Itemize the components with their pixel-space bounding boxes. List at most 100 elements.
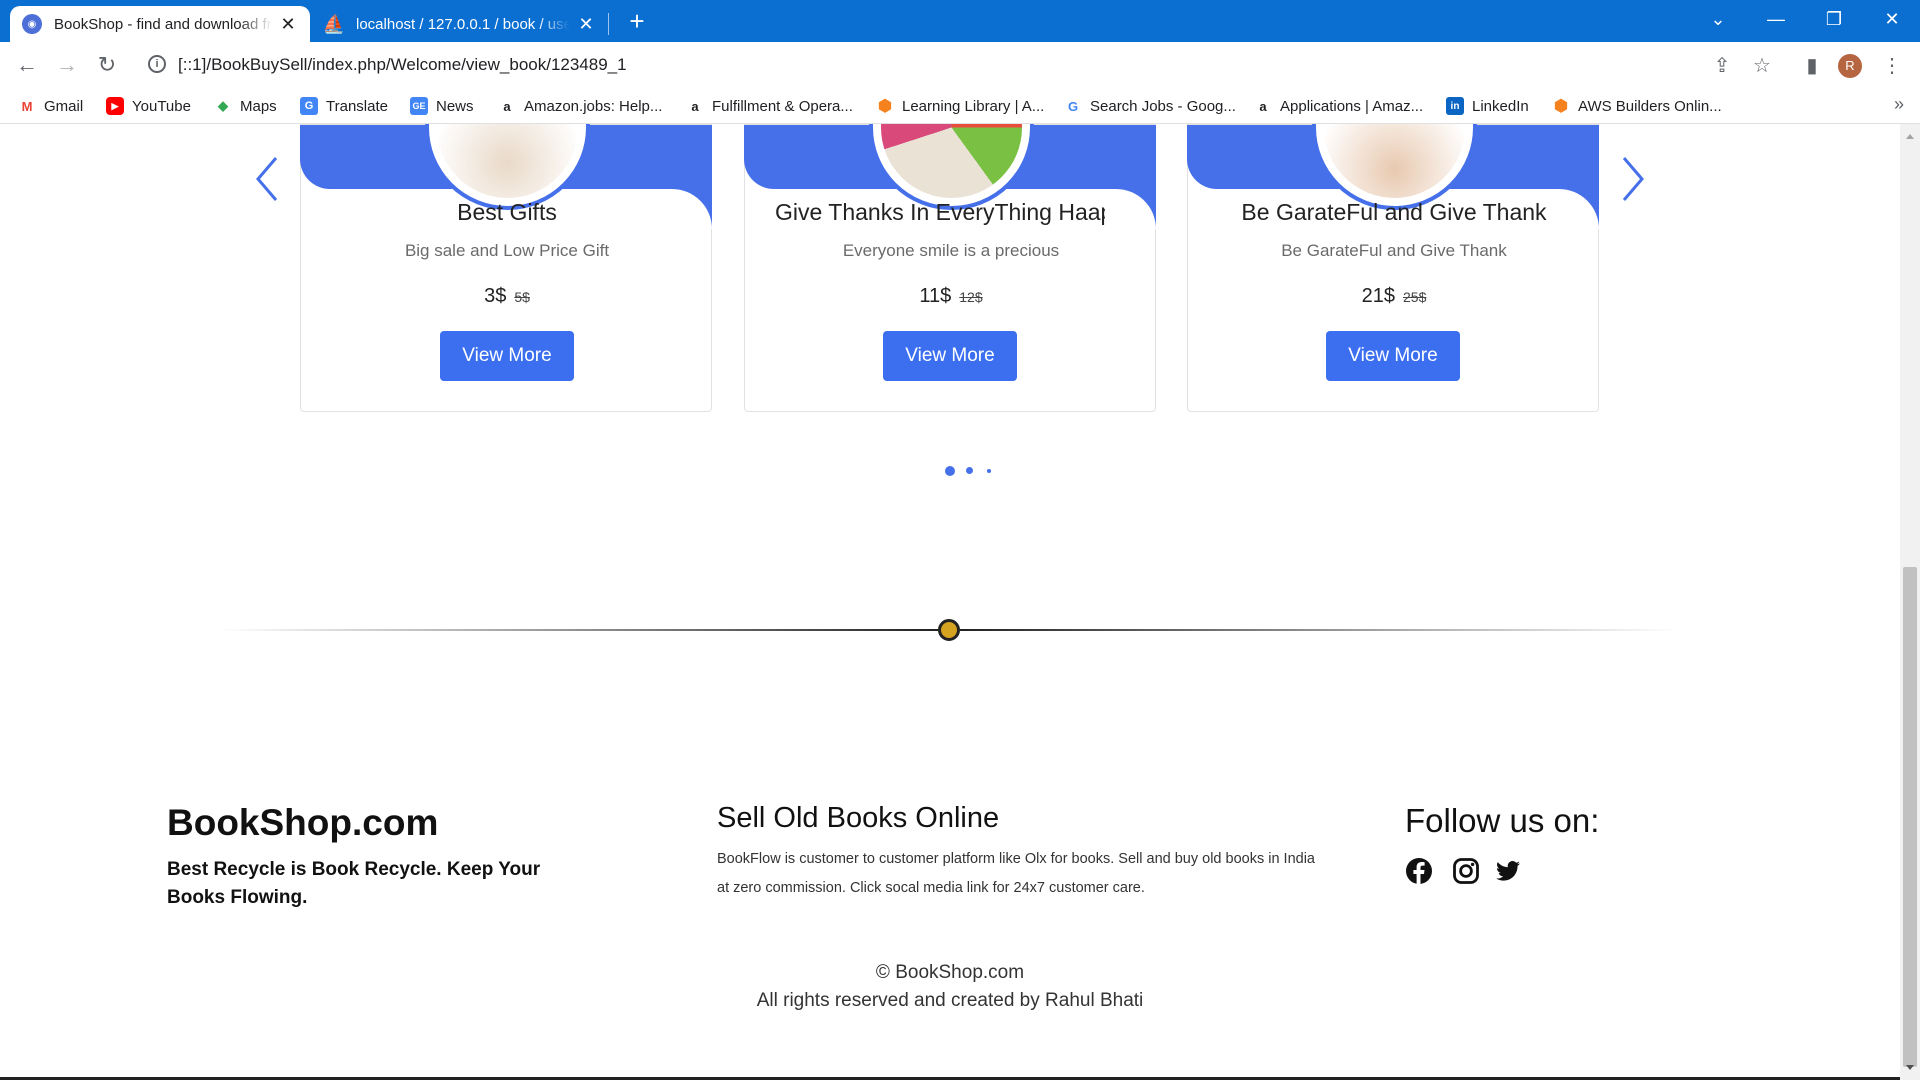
- carousel-dot-active[interactable]: [945, 466, 955, 476]
- restore-button[interactable]: ❐: [1806, 0, 1862, 38]
- reload-icon[interactable]: ↻: [92, 50, 122, 80]
- book-subtitle: Big sale and Low Price Gift: [404, 241, 610, 260]
- view-more-button[interactable]: View More: [440, 331, 574, 381]
- bookmark-applications[interactable]: a Applications | Amaz...: [1254, 94, 1423, 118]
- bookmark-label: Applications | Amaz...: [1280, 97, 1424, 115]
- facebook-icon[interactable]: [1405, 857, 1433, 885]
- book-image: [869, 124, 1034, 210]
- close-window-button[interactable]: ✕: [1864, 0, 1920, 38]
- bookmark-label: News: [436, 97, 474, 115]
- book-subtitle: Be GarateFul and Give Thank: [1281, 241, 1507, 260]
- youtube-icon: ▶: [106, 97, 124, 115]
- bookmark-label: Translate: [326, 97, 388, 115]
- book-card[interactable]: Best Gifts Big sale and Low Price Gift 3…: [300, 124, 712, 412]
- book-price: 11$ 12$: [919, 285, 983, 307]
- bookmark-label: Gmail: [44, 97, 84, 115]
- translate-icon: G: [300, 97, 318, 115]
- bookmark-label: Search Jobs - Goog...: [1090, 97, 1236, 115]
- aws-icon: ⬢: [878, 98, 892, 115]
- footer-rights: All rights reserved and created by Rahul…: [756, 990, 1144, 1011]
- bookmark-news[interactable]: GE News: [410, 94, 474, 118]
- phpmyadmin-favicon-icon: ⛵: [322, 13, 346, 34]
- tab-bookshop[interactable]: ◉ BookShop - find and download fr ✕: [10, 6, 310, 42]
- bookshop-favicon-icon: ◉: [22, 14, 42, 34]
- book-title: Best Gifts: [457, 199, 557, 225]
- scroll-up-arrow-icon[interactable]: [1906, 130, 1914, 139]
- book-price: 3$ 5$: [484, 285, 530, 307]
- amazon-icon: a: [503, 98, 511, 114]
- menu-kebab-icon[interactable]: ⋮: [1880, 54, 1904, 78]
- bookmark-aws-builders[interactable]: ⬢ AWS Builders Onlin...: [1552, 94, 1722, 118]
- bookmark-label: Learning Library | A...: [902, 97, 1045, 115]
- bookmark-label: LinkedIn: [1472, 97, 1529, 115]
- footer-copyright: © BookShop.com: [875, 962, 1025, 983]
- bookmark-label: Maps: [240, 97, 277, 115]
- bookmark-learning-library[interactable]: ⬢ Learning Library | A...: [876, 94, 1044, 118]
- bookmark-label: YouTube: [132, 97, 191, 115]
- close-tab-icon[interactable]: ✕: [278, 14, 298, 35]
- bookmark-star-icon[interactable]: ☆: [1750, 54, 1774, 78]
- site-info-icon[interactable]: i: [148, 55, 166, 73]
- book-card[interactable]: Be GarateFul and Give Thank Be GarateFul…: [1187, 124, 1599, 412]
- new-tab-button[interactable]: +: [622, 6, 652, 36]
- footer-sell-heading: Sell Old Books Online: [717, 802, 1000, 834]
- amazon-icon: a: [1259, 98, 1267, 114]
- address-bar[interactable]: i [::1]/BookBuySell/index.php/Welcome/vi…: [138, 48, 1768, 82]
- tab-search-chevron-icon[interactable]: ⌄: [1690, 0, 1746, 38]
- old-price: 25$: [1403, 289, 1427, 305]
- close-tab-icon[interactable]: ✕: [576, 14, 596, 35]
- news-icon: GE: [410, 97, 428, 115]
- book-subtitle: Everyone smile is a precious: [842, 241, 1060, 260]
- book-image: [1312, 124, 1477, 210]
- bookmark-amazon-jobs[interactable]: a Amazon.jobs: Help...: [498, 94, 662, 118]
- carousel-dot[interactable]: [966, 467, 973, 474]
- twitter-icon[interactable]: [1494, 857, 1522, 885]
- view-more-button[interactable]: View More: [883, 331, 1017, 381]
- bookmarks-bar: M Gmail ▶ YouTube ◆ Maps G Translate GE …: [0, 88, 1920, 124]
- share-icon[interactable]: ⇪: [1710, 54, 1734, 78]
- book-price: 21$ 25$: [1361, 285, 1427, 307]
- bookmark-gmail[interactable]: M Gmail: [18, 94, 84, 118]
- instagram-icon[interactable]: [1452, 857, 1480, 885]
- bookmark-search-jobs[interactable]: G Search Jobs - Goog...: [1064, 94, 1236, 118]
- view-more-button[interactable]: View More: [1326, 331, 1460, 381]
- tab-title: localhost / 127.0.0.1 / book / user: [356, 15, 570, 33]
- profile-avatar[interactable]: R: [1838, 54, 1862, 78]
- carousel-next-arrow-icon[interactable]: [1618, 154, 1648, 204]
- book-title: Be GarateFul and Give Thank: [1241, 199, 1547, 225]
- bookmark-translate[interactable]: G Translate: [300, 94, 388, 118]
- bookmark-linkedin[interactable]: in LinkedIn: [1446, 94, 1529, 118]
- back-arrow-icon[interactable]: ←: [12, 50, 42, 80]
- amazon-icon: a: [691, 98, 699, 114]
- browser-tab-strip: ◉ BookShop - find and download fr ✕ ⛵ lo…: [0, 0, 1920, 42]
- section-divider-right: [960, 629, 1678, 631]
- google-icon: G: [1067, 98, 1079, 114]
- book-card[interactable]: Give Thanks In EveryThing Haappy Everyon…: [744, 124, 1156, 412]
- divider-ornament: [938, 619, 960, 641]
- browser-toolbar: ← → ↻ i [::1]/BookBuySell/index.php/Welc…: [0, 42, 1920, 88]
- page-scrollbar[interactable]: [1900, 124, 1920, 1080]
- scroll-down-arrow-icon[interactable]: [1906, 1065, 1914, 1074]
- minimize-button[interactable]: —: [1748, 0, 1804, 38]
- footer-tagline: Best Recycle is Book Recycle. Keep Your …: [167, 859, 541, 908]
- old-price: 5$: [514, 289, 530, 305]
- bookmark-label: Fulfillment & Opera...: [712, 97, 853, 115]
- bookmark-maps[interactable]: ◆ Maps: [214, 94, 277, 118]
- bookmark-fulfillment[interactable]: a Fulfillment & Opera...: [686, 94, 853, 118]
- side-panel-icon[interactable]: ▮: [1800, 54, 1824, 78]
- bookmark-label: Amazon.jobs: Help...: [524, 97, 663, 115]
- maps-icon: ◆: [218, 98, 228, 113]
- page-content: Best Gifts Big sale and Low Price Gift 3…: [0, 124, 1900, 1080]
- more-bookmarks-icon[interactable]: »: [1894, 94, 1904, 115]
- bookmark-youtube[interactable]: ▶ YouTube: [106, 94, 191, 118]
- footer-brand: BookShop.com: [167, 802, 439, 843]
- carousel-prev-arrow-icon[interactable]: [252, 154, 282, 204]
- book-image: [425, 124, 590, 210]
- scrollbar-thumb[interactable]: [1903, 567, 1917, 1067]
- carousel-dot[interactable]: [987, 469, 991, 473]
- url-text[interactable]: [::1]/BookBuySell/index.php/Welcome/view…: [178, 55, 627, 75]
- tab-phpmyadmin[interactable]: ⛵ localhost / 127.0.0.1 / book / user ✕: [312, 6, 608, 42]
- gmail-icon: M: [21, 98, 33, 114]
- tab-separator: [608, 13, 609, 35]
- forward-arrow-icon[interactable]: →: [52, 50, 82, 80]
